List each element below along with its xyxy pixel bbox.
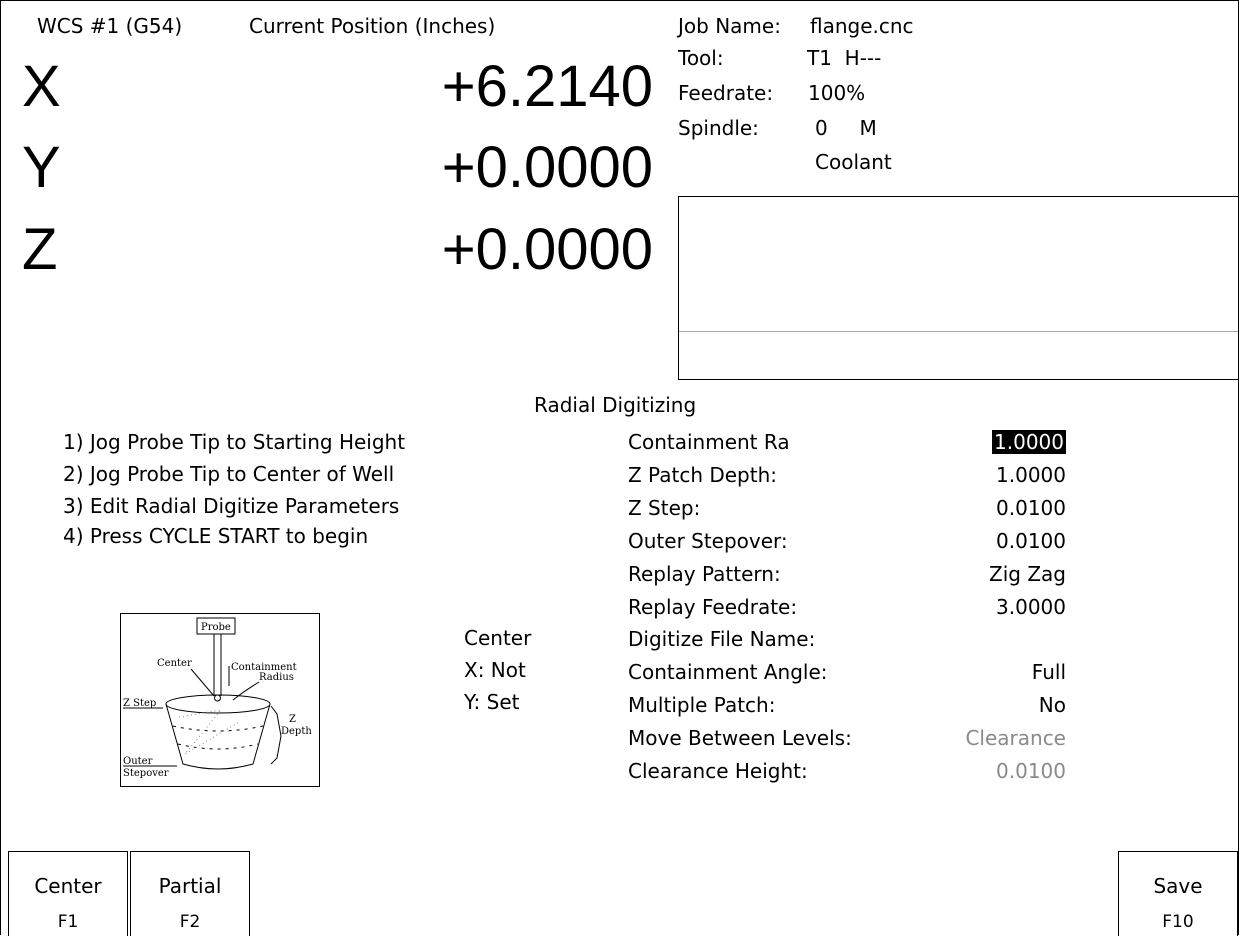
- diagram-depth-label: Depth: [281, 726, 312, 737]
- job-name-value: flange.cnc: [810, 14, 914, 38]
- message-box: [678, 196, 1239, 380]
- f10-label: Save: [1153, 874, 1203, 898]
- parameter-value-selected[interactable]: 1.0000: [926, 430, 1066, 454]
- diagram-radius-label: Radius: [259, 672, 294, 683]
- parameter-label: Replay Feedrate:: [628, 595, 798, 619]
- parameter-value[interactable]: Full: [926, 660, 1066, 684]
- parameter-label: Clearance Height:: [628, 759, 808, 783]
- parameter-label: Z Patch Depth:: [628, 463, 778, 487]
- center-info-y: Y: Set: [464, 690, 520, 714]
- diagram-zstep-label: Z Step: [123, 698, 156, 709]
- f10-save-button[interactable]: Save F10: [1118, 851, 1238, 936]
- f1-key: F1: [57, 912, 79, 932]
- instruction-2: 2) Jog Probe Tip to Center of Well: [63, 462, 395, 486]
- parameter-value[interactable]: 3.0000: [926, 595, 1066, 619]
- f2-key: F2: [179, 912, 201, 932]
- parameter-value-text: No: [1038, 693, 1066, 717]
- parameter-label: Multiple Patch:: [628, 693, 776, 717]
- parameter-value-text: 0.0100: [996, 496, 1066, 520]
- axis-x-value: +6.2140: [441, 54, 653, 119]
- f10-key: F10: [1162, 912, 1194, 932]
- coolant-label: Coolant: [815, 150, 892, 174]
- parameter-value: 0.0100: [926, 759, 1066, 783]
- parameter-value[interactable]: 0.0100: [926, 496, 1066, 520]
- radial-digitize-diagram: Probe Center Containment Radius Z Step Z…: [120, 613, 320, 787]
- parameter-label: Outer Stepover:: [628, 529, 788, 553]
- parameter-value-text: 0.0100: [996, 759, 1066, 783]
- message-divider: [679, 331, 1238, 332]
- parameter-value[interactable]: No: [926, 693, 1066, 717]
- f1-label: Center: [34, 874, 102, 898]
- parameter-value-text: Full: [1031, 660, 1066, 684]
- axis-z-value: +0.0000: [441, 217, 653, 282]
- diagram-center-label: Center: [157, 658, 192, 669]
- feedrate-value: 100%: [808, 81, 866, 105]
- diagram-probe-label: Probe: [201, 622, 231, 633]
- parameter-value-text: 1.0000: [996, 463, 1066, 487]
- parameter-label: Z Step:: [628, 496, 701, 520]
- f1-center-button[interactable]: Center F1: [8, 851, 128, 936]
- tool-value: T1 H---: [807, 46, 882, 70]
- spindle-value: 0 M: [815, 116, 877, 140]
- instruction-3: 3) Edit Radial Digitize Parameters: [63, 494, 400, 518]
- axis-y-value: +0.0000: [441, 135, 653, 200]
- parameter-value[interactable]: Zig Zag: [926, 562, 1066, 586]
- center-info-title: Center: [464, 626, 532, 650]
- parameter-value-text: 3.0000: [996, 595, 1066, 619]
- parameter-label: Containment Angle:: [628, 660, 828, 684]
- tool-label: Tool:: [678, 46, 724, 70]
- position-title: Current Position (Inches): [249, 14, 496, 38]
- f2-partial-button[interactable]: Partial F2: [130, 851, 250, 936]
- job-name-label: Job Name:: [678, 14, 781, 38]
- axis-z-letter: Z: [22, 217, 58, 282]
- instruction-1: 1) Jog Probe Tip to Starting Height: [63, 430, 406, 454]
- diagram-z-label: Z: [289, 714, 296, 725]
- wcs-label: WCS #1 (G54): [37, 14, 183, 38]
- parameter-value[interactable]: 0.0100: [926, 529, 1066, 553]
- parameter-value: Clearance: [926, 726, 1066, 750]
- f2-label: Partial: [158, 874, 222, 898]
- axis-y-letter: Y: [22, 135, 61, 200]
- diagram-stepover-label: Stepover: [123, 768, 169, 779]
- parameter-value-text: Zig Zag: [989, 562, 1066, 586]
- section-title: Radial Digitizing: [534, 393, 697, 417]
- parameter-label: Replay Pattern:: [628, 562, 781, 586]
- center-info-x: X: Not: [464, 658, 526, 682]
- axis-x-letter: X: [22, 54, 61, 119]
- parameter-value-text: 1.0000: [992, 430, 1066, 454]
- parameter-label: Digitize File Name:: [628, 627, 816, 651]
- parameter-value-text: Clearance: [965, 726, 1066, 750]
- parameter-value-text: 0.0100: [996, 529, 1066, 553]
- feedrate-label: Feedrate:: [678, 81, 774, 105]
- parameter-label: Move Between Levels:: [628, 726, 852, 750]
- parameter-value[interactable]: 1.0000: [926, 463, 1066, 487]
- spindle-label: Spindle:: [678, 116, 759, 140]
- parameter-label: Containment Ra: [628, 430, 790, 454]
- diagram-outer-label: Outer: [123, 756, 153, 767]
- instruction-4: 4) Press CYCLE START to begin: [63, 524, 369, 548]
